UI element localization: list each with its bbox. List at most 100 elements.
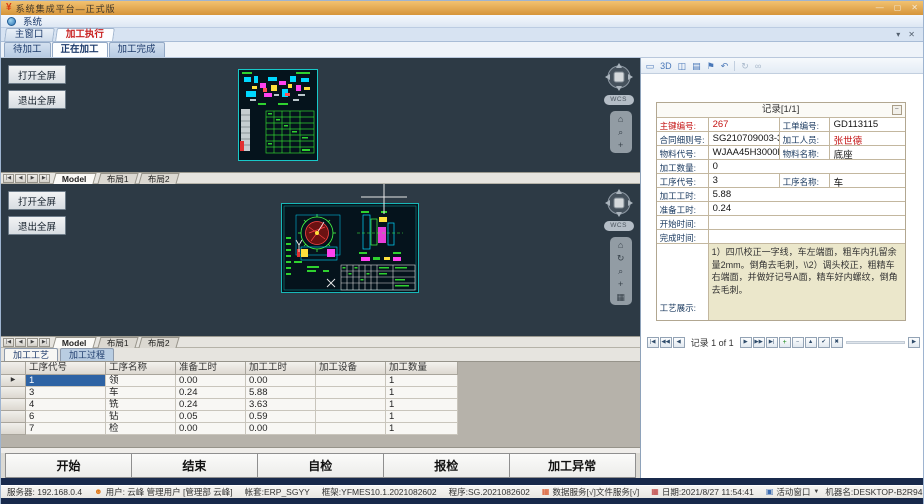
orbit-icon[interactable]: ↻	[617, 253, 625, 263]
status-active-window[interactable]: ▣活动窗口▼	[766, 486, 820, 498]
table-row[interactable]: 6 钻 0.05 0.59 1	[1, 411, 640, 423]
nav-next-page-button[interactable]: ▶▶	[753, 337, 765, 348]
nav-edit-button[interactable]: ▲	[805, 337, 817, 348]
tab-main-window[interactable]: 主窗口	[4, 28, 54, 41]
3d-view-icon[interactable]: 3D	[660, 59, 672, 73]
grid-cell[interactable]: 铣	[106, 399, 176, 411]
table-row[interactable]: 7 检 0.00 0.00 1	[1, 423, 640, 435]
layout-tab-2[interactable]: 布局2	[139, 337, 180, 348]
wcs-badge-bottom[interactable]: WCS	[604, 221, 634, 231]
grid-cell[interactable]: 0.00	[176, 423, 246, 435]
nav-post-button[interactable]: ✔	[818, 337, 830, 348]
viewer-toolbar-bottom[interactable]: ⌂ ↻ ⌕ + ▦	[610, 237, 632, 305]
open-fullscreen-button-bottom[interactable]: 打开全屏	[8, 191, 66, 210]
grid-cell[interactable]	[316, 387, 386, 399]
table-row[interactable]: 3 车 0.24 5.88 1	[1, 387, 640, 399]
exit-fullscreen-button-bottom[interactable]: 退出全屏	[8, 216, 66, 235]
tab-processing-exec[interactable]: 加工执行	[55, 28, 115, 41]
collapse-icon[interactable]: −	[892, 105, 902, 115]
refresh-icon[interactable]: ↻	[741, 59, 749, 73]
home-icon[interactable]: ⌂	[618, 240, 623, 250]
nav-delete-button[interactable]: −	[792, 337, 804, 348]
layout-nav-prev-icon[interactable]: ◀	[15, 338, 26, 347]
grid-cell[interactable]: 1	[386, 375, 458, 387]
layout-nav-next-icon[interactable]: ▶	[27, 338, 38, 347]
table-row[interactable]: 4 铣 0.24 3.63 1	[1, 399, 640, 411]
grid-cell[interactable]: 5.88	[246, 387, 316, 399]
report-check-button[interactable]: 报检	[383, 453, 510, 478]
tab-done[interactable]: 加工完成	[109, 42, 165, 57]
nav-append-button[interactable]: +	[779, 337, 791, 348]
grid-cell[interactable]: 领	[106, 375, 176, 387]
pan-icon[interactable]: +	[618, 140, 623, 150]
open-fullscreen-button-top[interactable]: 打开全屏	[8, 65, 66, 84]
layout-nav-prev-icon[interactable]: ◀	[15, 174, 26, 183]
layout-nav-first-icon[interactable]: |◀	[3, 338, 14, 347]
split-view-icon[interactable]: ◫	[678, 59, 687, 73]
self-check-button[interactable]: 自检	[257, 453, 384, 478]
grid-cell[interactable]: 1	[26, 375, 106, 387]
grid-cell[interactable]: 4	[26, 399, 106, 411]
list-view-icon[interactable]: ▤	[692, 59, 701, 73]
zoom-icon[interactable]: ⌕	[618, 127, 623, 137]
grid-cell[interactable]: 钻	[106, 411, 176, 423]
grid-cell[interactable]: 1	[386, 399, 458, 411]
col-work-hours[interactable]: 加工工时	[246, 362, 316, 375]
grid-cell[interactable]: 7	[26, 423, 106, 435]
scroll-track[interactable]	[846, 341, 905, 344]
layout-nav-last-icon[interactable]: ▶|	[39, 174, 50, 183]
grid-cell[interactable]: 0.24	[176, 399, 246, 411]
layout-tab-model[interactable]: Model	[52, 337, 96, 348]
flag-icon[interactable]: ⚑	[707, 59, 715, 73]
view-compass-bottom[interactable]	[605, 189, 633, 217]
layout-tab-2[interactable]: 布局2	[139, 173, 180, 184]
grid-cell[interactable]	[316, 399, 386, 411]
tab-working[interactable]: 正在加工	[52, 42, 108, 57]
nav-prev-button[interactable]: ◀	[673, 337, 685, 348]
abnormal-button[interactable]: 加工异常	[509, 453, 636, 478]
layout-tab-1[interactable]: 布局1	[97, 173, 138, 184]
tab-process-course[interactable]: 加工过程	[60, 348, 114, 361]
cad-viewport-bottom[interactable]: 打开全屏 退出全屏	[1, 184, 640, 336]
tab-close-icon[interactable]: ✕	[908, 30, 915, 39]
minimize-icon[interactable]: —	[876, 2, 884, 14]
zoom-icon[interactable]: ⌕	[618, 266, 623, 276]
grid-cell[interactable]: 0.00	[246, 375, 316, 387]
grid-cell[interactable]: 0.00	[246, 423, 316, 435]
grid-cell[interactable]: 1	[386, 423, 458, 435]
form-view-icon[interactable]: ▭	[646, 59, 655, 73]
layout-tab-1[interactable]: 布局1	[97, 337, 138, 348]
grid-cell[interactable]: 1	[386, 411, 458, 423]
grid-cell[interactable]: 0.05	[176, 411, 246, 423]
exit-fullscreen-button-top[interactable]: 退出全屏	[8, 90, 66, 109]
pan-icon[interactable]: +	[618, 279, 623, 289]
nav-next-button[interactable]: ▶	[740, 337, 752, 348]
col-op-name[interactable]: 工序名称	[106, 362, 176, 375]
grid-cell[interactable]	[316, 423, 386, 435]
nav-first-button[interactable]: |◀	[647, 337, 659, 348]
nav-prev-page-button[interactable]: ◀◀	[660, 337, 672, 348]
nav-last-button[interactable]: ▶|	[766, 337, 778, 348]
tab-pending[interactable]: 待加工	[4, 42, 51, 57]
layout-nav-first-icon[interactable]: |◀	[3, 174, 14, 183]
link-icon[interactable]: ∞	[755, 59, 761, 73]
viewer-toolbar-top[interactable]: ⌂ ⌕ +	[610, 111, 632, 153]
restore-icon[interactable]: ▢	[894, 2, 902, 14]
grid-cell[interactable]: 3	[26, 387, 106, 399]
close-icon[interactable]: ✕	[911, 2, 918, 14]
grid-cell[interactable]: 0.00	[176, 375, 246, 387]
box-icon[interactable]: ▦	[616, 292, 625, 302]
grid-cell[interactable]: 6	[26, 411, 106, 423]
layout-tab-model[interactable]: Model	[52, 173, 96, 184]
table-row[interactable]: ▶ 1 领 0.00 0.00 1	[1, 375, 640, 387]
tab-process-craft[interactable]: 加工工艺	[4, 348, 58, 361]
col-op-code[interactable]: 工序代号	[26, 362, 106, 375]
cad-viewport-top[interactable]: 打开全屏 退出全屏	[1, 58, 640, 172]
col-quantity[interactable]: 加工数量	[386, 362, 458, 375]
grid-cell[interactable]: 0.59	[246, 411, 316, 423]
layout-nav-next-icon[interactable]: ▶	[27, 174, 38, 183]
layout-nav-last-icon[interactable]: ▶|	[39, 338, 50, 347]
col-equipment[interactable]: 加工设备	[316, 362, 386, 375]
view-compass-top[interactable]	[605, 63, 633, 91]
grid-cell[interactable]: 0.24	[176, 387, 246, 399]
